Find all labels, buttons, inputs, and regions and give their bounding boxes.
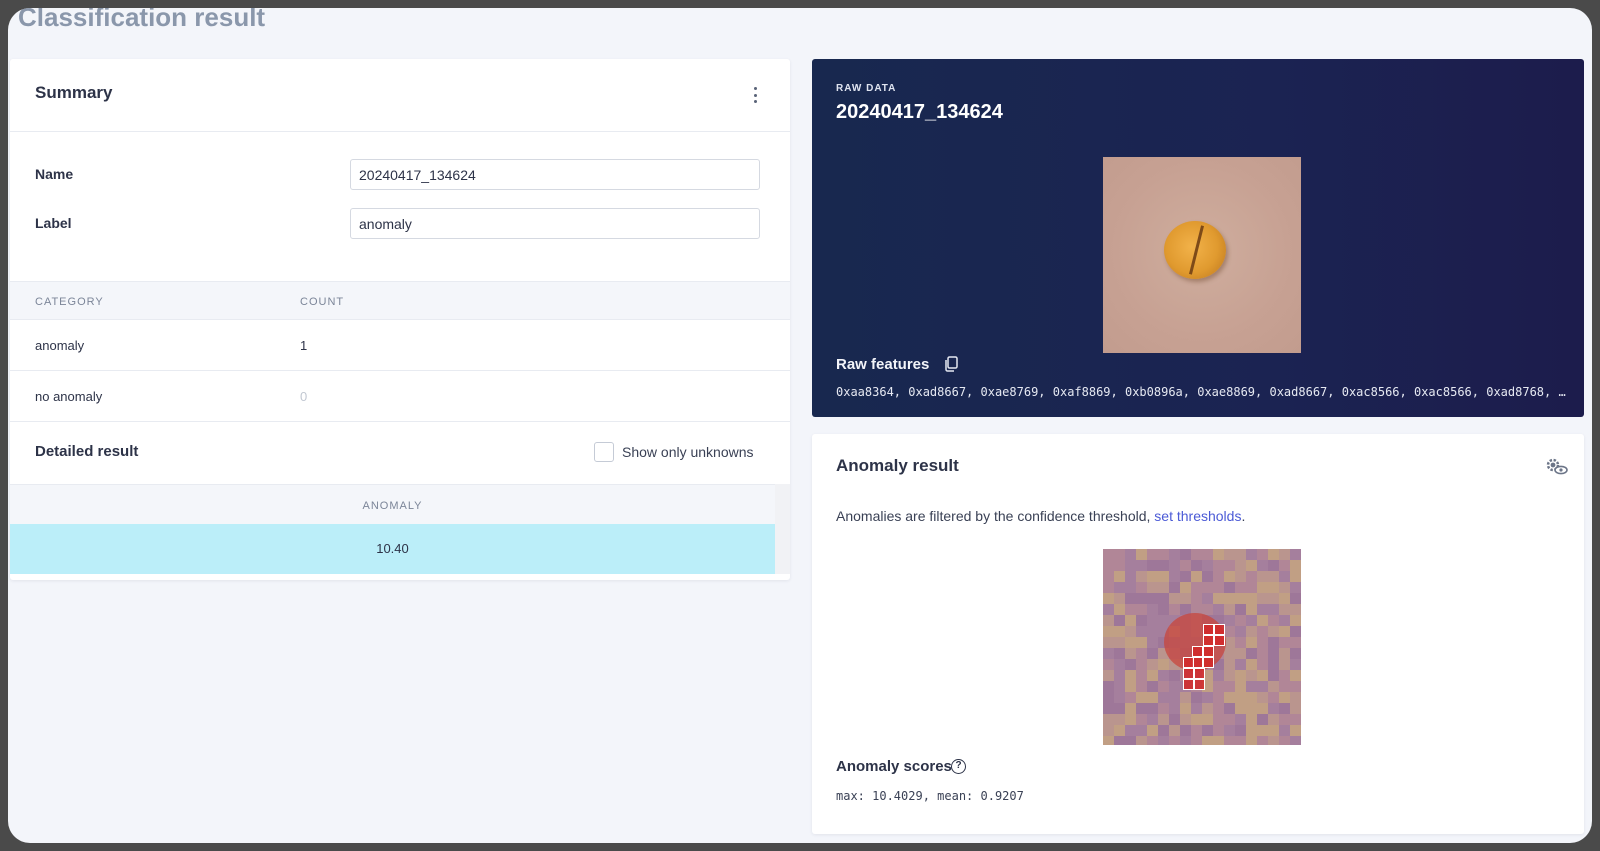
label-label: Label	[35, 215, 72, 231]
raw-data-kicker: RAW DATA	[836, 83, 897, 94]
count-cell: 1	[300, 338, 308, 353]
category-column-header: CATEGORY	[35, 296, 104, 308]
anomaly-description: Anomalies are filtered by the confidence…	[836, 508, 1245, 524]
anomaly-column-label: ANOMALY	[362, 500, 423, 512]
raw-data-card: RAW DATA 20240417_134624 Raw features 0x…	[812, 59, 1584, 417]
anomaly-result-card: Anomaly result Anomalies are filtered by…	[812, 434, 1584, 834]
anomaly-hot-cell	[1203, 646, 1214, 657]
kebab-menu-icon[interactable]	[750, 87, 760, 103]
help-circle-icon[interactable]: ?	[951, 759, 966, 774]
anomaly-hot-cell	[1183, 679, 1194, 690]
label-input[interactable]	[350, 208, 760, 239]
summary-title: Summary	[35, 83, 113, 102]
show-unknowns-label[interactable]: Show only unknowns	[622, 444, 754, 460]
anomaly-hot-cell	[1194, 679, 1205, 690]
detailed-result-table: ANOMALY 10.40	[10, 484, 775, 580]
anomaly-hot-cell	[1203, 624, 1214, 635]
table-row[interactable]: no anomaly 0	[10, 371, 790, 422]
anomaly-hot-cell	[1192, 646, 1203, 657]
anomaly-description-text: Anomalies are filtered by the confidence…	[836, 508, 1151, 524]
anomaly-scores-label: Anomaly scores	[836, 758, 952, 775]
count-cell: 0	[300, 389, 308, 404]
summary-card: Summary Name Label CATEGORY COUNT anomal…	[10, 59, 790, 580]
count-column-header: COUNT	[300, 296, 345, 308]
raw-sample-image	[1103, 157, 1301, 353]
anomaly-hot-cell	[1214, 635, 1225, 646]
anomaly-hot-cell	[1183, 668, 1194, 679]
name-label: Name	[35, 166, 74, 182]
table-scrollbar[interactable]	[775, 484, 790, 574]
anomaly-result-title: Anomaly result	[836, 456, 959, 475]
app-window: Classification result Summary Name Label…	[8, 8, 1592, 843]
summary-header: Summary	[10, 59, 790, 132]
show-unknowns-checkbox[interactable]	[594, 442, 614, 462]
anomaly-description-suffix: .	[1241, 508, 1246, 524]
detailed-result-title: Detailed result	[35, 443, 139, 460]
pill-object	[1164, 221, 1226, 279]
anomaly-hot-cell	[1183, 657, 1194, 668]
anomaly-scores-values: max: 10.4029, mean: 0.9207	[836, 789, 1024, 803]
copy-icon[interactable]	[944, 356, 958, 372]
settings-eye-icon[interactable]	[1544, 456, 1568, 476]
table-row[interactable]: 10.40	[10, 524, 775, 574]
raw-data-title: 20240417_134624	[836, 101, 1003, 123]
set-thresholds-link[interactable]: set thresholds	[1154, 508, 1241, 524]
anomaly-hot-cell	[1214, 624, 1225, 635]
anomaly-hot-cell	[1203, 657, 1214, 668]
raw-features-values: 0xaa8364, 0xad8667, 0xae8769, 0xaf8869, …	[836, 385, 1566, 399]
category-cell: no anomaly	[35, 389, 103, 404]
anomaly-heatmap-image	[1103, 549, 1301, 745]
anomaly-value-cell: 10.40	[376, 541, 409, 556]
page-title: Classification result	[18, 8, 266, 32]
category-cell: anomaly	[35, 338, 85, 353]
anomaly-hot-cell	[1194, 668, 1205, 679]
name-input[interactable]	[350, 159, 760, 190]
anomaly-hot-cell	[1203, 635, 1214, 646]
raw-features-label: Raw features	[836, 356, 930, 373]
category-table-header: CATEGORY COUNT	[10, 281, 790, 320]
anomaly-column-header: ANOMALY	[10, 484, 775, 524]
table-row[interactable]: anomaly 1	[10, 320, 790, 371]
